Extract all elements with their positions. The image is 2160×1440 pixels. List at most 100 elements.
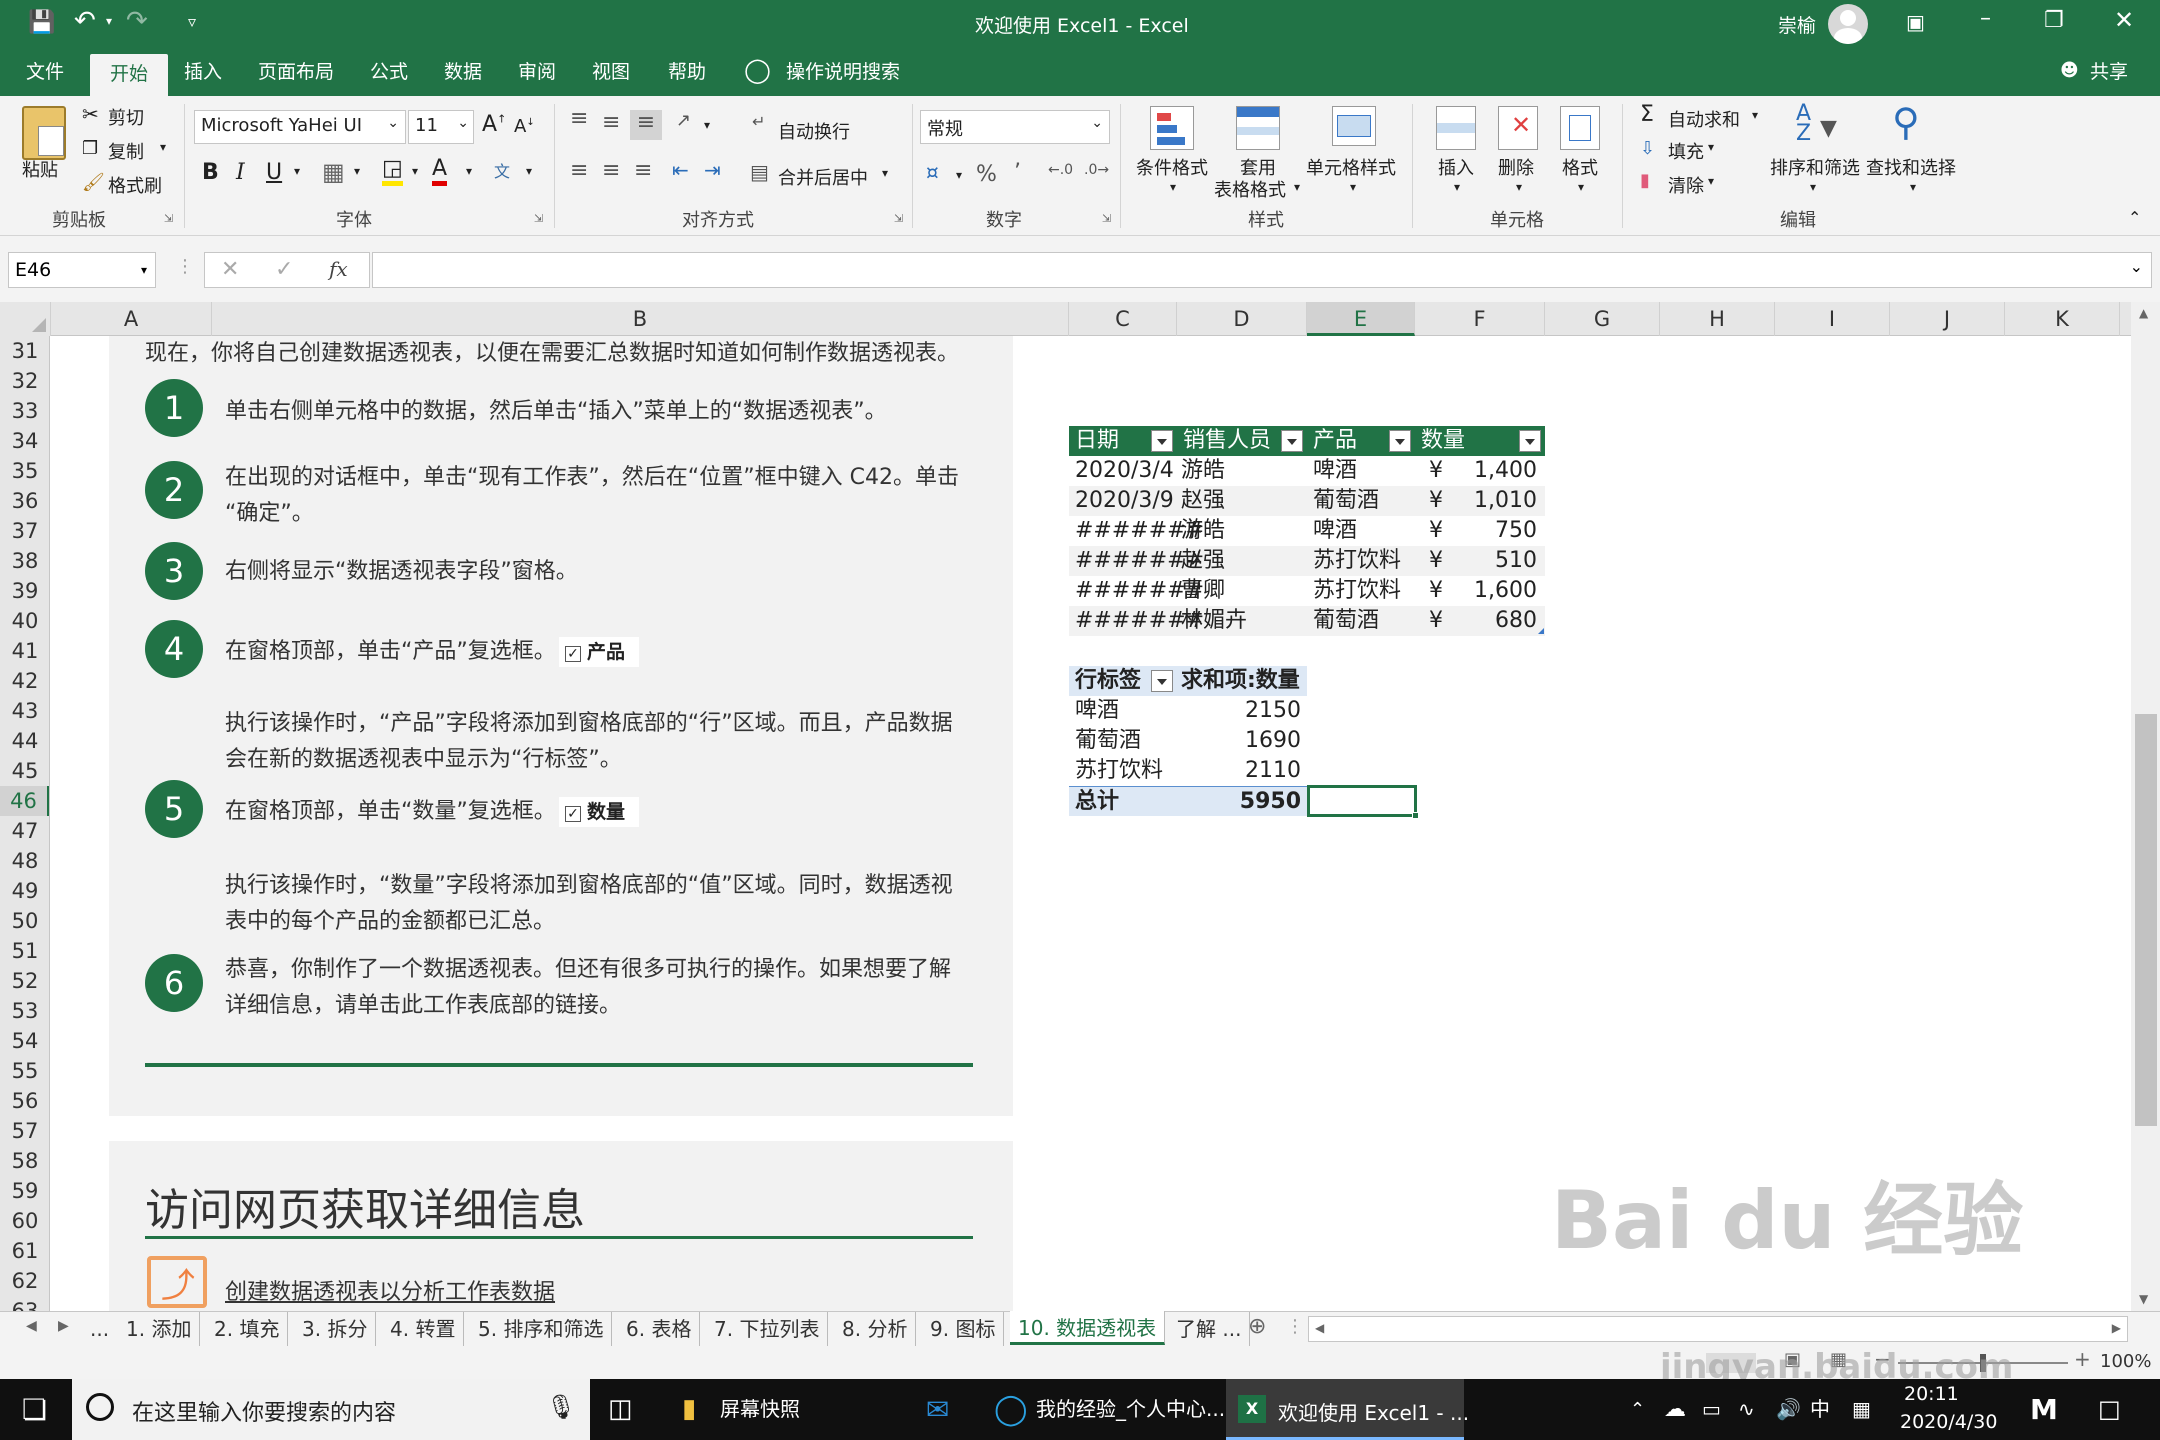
font-size-combo[interactable]: 11 ⌄: [408, 110, 474, 144]
file-explorer-icon[interactable]: ▮: [682, 1379, 696, 1440]
scroll-left-icon[interactable]: ◀: [1315, 1321, 1324, 1335]
conditional-format-dropdown-icon[interactable]: ▾: [1170, 180, 1176, 194]
sheet-tab[interactable]: 了解 ...: [1168, 1312, 1251, 1346]
sheet-tab[interactable]: 3. 拆分: [294, 1312, 377, 1346]
sheet-tab[interactable]: 2. 填充: [206, 1312, 289, 1346]
clear-button[interactable]: 清除: [1668, 172, 1704, 198]
cell-product[interactable]: 苏打饮料: [1313, 546, 1401, 576]
phonetic-dropdown-icon[interactable]: ▾: [526, 164, 532, 178]
fill-dropdown-icon[interactable]: ▾: [1708, 140, 1714, 154]
filter-dropdown-icon[interactable]: [1389, 430, 1411, 452]
fill-color-icon[interactable]: ◲: [382, 156, 403, 186]
pivot-total-value[interactable]: 5950: [1177, 786, 1307, 816]
tab-data[interactable]: 数据: [440, 48, 486, 96]
avatar[interactable]: [1828, 4, 1868, 44]
tell-me-search[interactable]: 操作说明搜索: [782, 48, 904, 96]
tab-file[interactable]: 文件: [22, 48, 68, 96]
sheet-tab-more-left[interactable]: ...: [82, 1312, 117, 1346]
cell-person[interactable]: 赵强: [1181, 546, 1225, 576]
scroll-thumb[interactable]: [2135, 714, 2157, 1126]
cell-person[interactable]: 林媚卉: [1181, 606, 1247, 636]
row-header[interactable]: 34: [0, 426, 49, 456]
format-as-table-icon[interactable]: [1236, 106, 1280, 150]
delete-cells-icon[interactable]: ✕: [1498, 106, 1538, 150]
expand-formula-icon[interactable]: ⌄: [2130, 257, 2143, 276]
restore-icon[interactable]: ❐: [2044, 8, 2064, 33]
cell-product[interactable]: 啤酒: [1313, 456, 1357, 486]
row-header[interactable]: 55: [0, 1056, 49, 1086]
row-header[interactable]: 37: [0, 516, 49, 546]
undo-icon[interactable]: ↶: [74, 6, 96, 36]
orientation-icon[interactable]: ↗: [676, 110, 691, 131]
zoom-level[interactable]: 100%: [2100, 1351, 2151, 1372]
close-icon[interactable]: ✕: [2114, 6, 2134, 34]
taskbar-app-browser[interactable]: 我的经验_个人中心...: [1036, 1379, 1225, 1440]
cell-product[interactable]: 葡萄酒: [1313, 606, 1379, 636]
align-center-icon[interactable]: ≡: [602, 158, 620, 183]
filter-dropdown-icon[interactable]: [1281, 430, 1303, 452]
format-dropdown-icon[interactable]: ▾: [1578, 180, 1584, 194]
redo-icon[interactable]: ↷: [126, 6, 148, 36]
row-header[interactable]: 48: [0, 846, 49, 876]
scroll-down-icon[interactable]: ▼: [2139, 1292, 2148, 1306]
sheet-tab[interactable]: 5. 排序和筛选: [470, 1312, 613, 1346]
shrink-font-icon[interactable]: A↓: [514, 116, 535, 137]
row-header[interactable]: 44: [0, 726, 49, 756]
sheet-tab-active[interactable]: 10. 数据透视表: [1010, 1311, 1166, 1345]
cell-quantity[interactable]: 680: [1415, 606, 1537, 636]
wrap-text-button[interactable]: 自动换行: [778, 118, 850, 144]
italic-icon[interactable]: I: [236, 160, 245, 185]
delete-dropdown-icon[interactable]: ▾: [1516, 180, 1522, 194]
merge-center-button[interactable]: 合并后居中: [778, 164, 868, 190]
conditional-format-icon[interactable]: [1150, 106, 1194, 150]
ime-mode-icon[interactable]: ▦: [1852, 1379, 1871, 1440]
cell-person[interactable]: 游皓: [1181, 516, 1225, 546]
row-header[interactable]: 49: [0, 876, 49, 906]
sheet-tab[interactable]: 8. 分析: [834, 1312, 917, 1346]
sheet-tab[interactable]: 7. 下拉列表: [706, 1312, 829, 1346]
microphone-icon[interactable]: 🎙: [546, 1393, 576, 1421]
name-box[interactable]: E46 ▾: [8, 252, 156, 288]
increase-decimal-icon[interactable]: ←.0: [1048, 162, 1073, 178]
column-header[interactable]: H: [1660, 302, 1775, 336]
collapse-ribbon-icon[interactable]: ⌃: [2128, 208, 2141, 227]
taskbar-app-excel-active[interactable]: X 欢迎使用 Excel1 - ...: [1226, 1379, 1469, 1440]
sheet-tab[interactable]: 1. 添加: [118, 1312, 201, 1346]
pivot-sum-header[interactable]: 求和项:数量: [1177, 666, 1307, 696]
link-arrow-icon[interactable]: ⤴: [147, 1256, 207, 1308]
show-hidden-icons[interactable]: ⌃: [1630, 1379, 1645, 1440]
clipboard-launcher-icon[interactable]: ⇲: [164, 212, 173, 225]
cell-date[interactable]: 2020/3/9: [1075, 486, 1174, 516]
pivot-row-value[interactable]: 1690: [1177, 726, 1301, 756]
minimize-icon[interactable]: –: [1980, 6, 1991, 31]
column-header[interactable]: B: [212, 302, 1069, 336]
chevron-down-icon[interactable]: ⌄: [457, 115, 469, 131]
column-header[interactable]: I: [1775, 302, 1890, 336]
underline-icon[interactable]: U: [266, 160, 282, 185]
align-right-icon[interactable]: ≡: [634, 158, 652, 183]
row-header[interactable]: 58: [0, 1146, 49, 1176]
vertical-scrollbar[interactable]: ▲ ▼: [2131, 302, 2160, 1312]
row-header[interactable]: 45: [0, 756, 49, 786]
insert-function-icon[interactable]: fx: [329, 257, 348, 281]
format-as-table-button-line2[interactable]: 表格格式: [1214, 176, 1286, 202]
font-color-icon[interactable]: A: [432, 156, 448, 186]
cut-button[interactable]: 剪切: [108, 104, 144, 130]
row-header[interactable]: 63: [0, 1296, 49, 1311]
row-header[interactable]: 43: [0, 696, 49, 726]
row-header[interactable]: 54: [0, 1026, 49, 1056]
decrease-decimal-icon[interactable]: .0→: [1084, 162, 1109, 178]
magnifier-icon[interactable]: ⚲: [1892, 100, 1920, 144]
font-name-combo[interactable]: Microsoft YaHei UI ⌄: [194, 110, 406, 144]
windows-start-icon[interactable]: ❏: [22, 1379, 47, 1440]
font-color-dropdown-icon[interactable]: ▾: [466, 164, 472, 178]
share-button[interactable]: 共享: [2086, 48, 2132, 96]
align-left-icon[interactable]: ≡: [570, 158, 588, 183]
comma-icon[interactable]: ’: [1014, 160, 1021, 185]
pivot-row-value[interactable]: 2150: [1177, 696, 1301, 726]
paste-icon[interactable]: [22, 106, 66, 160]
pivot-filter-dropdown-icon[interactable]: [1151, 670, 1173, 692]
insert-dropdown-icon[interactable]: ▾: [1454, 180, 1460, 194]
row-header[interactable]: 53: [0, 996, 49, 1026]
row-header[interactable]: 51: [0, 936, 49, 966]
